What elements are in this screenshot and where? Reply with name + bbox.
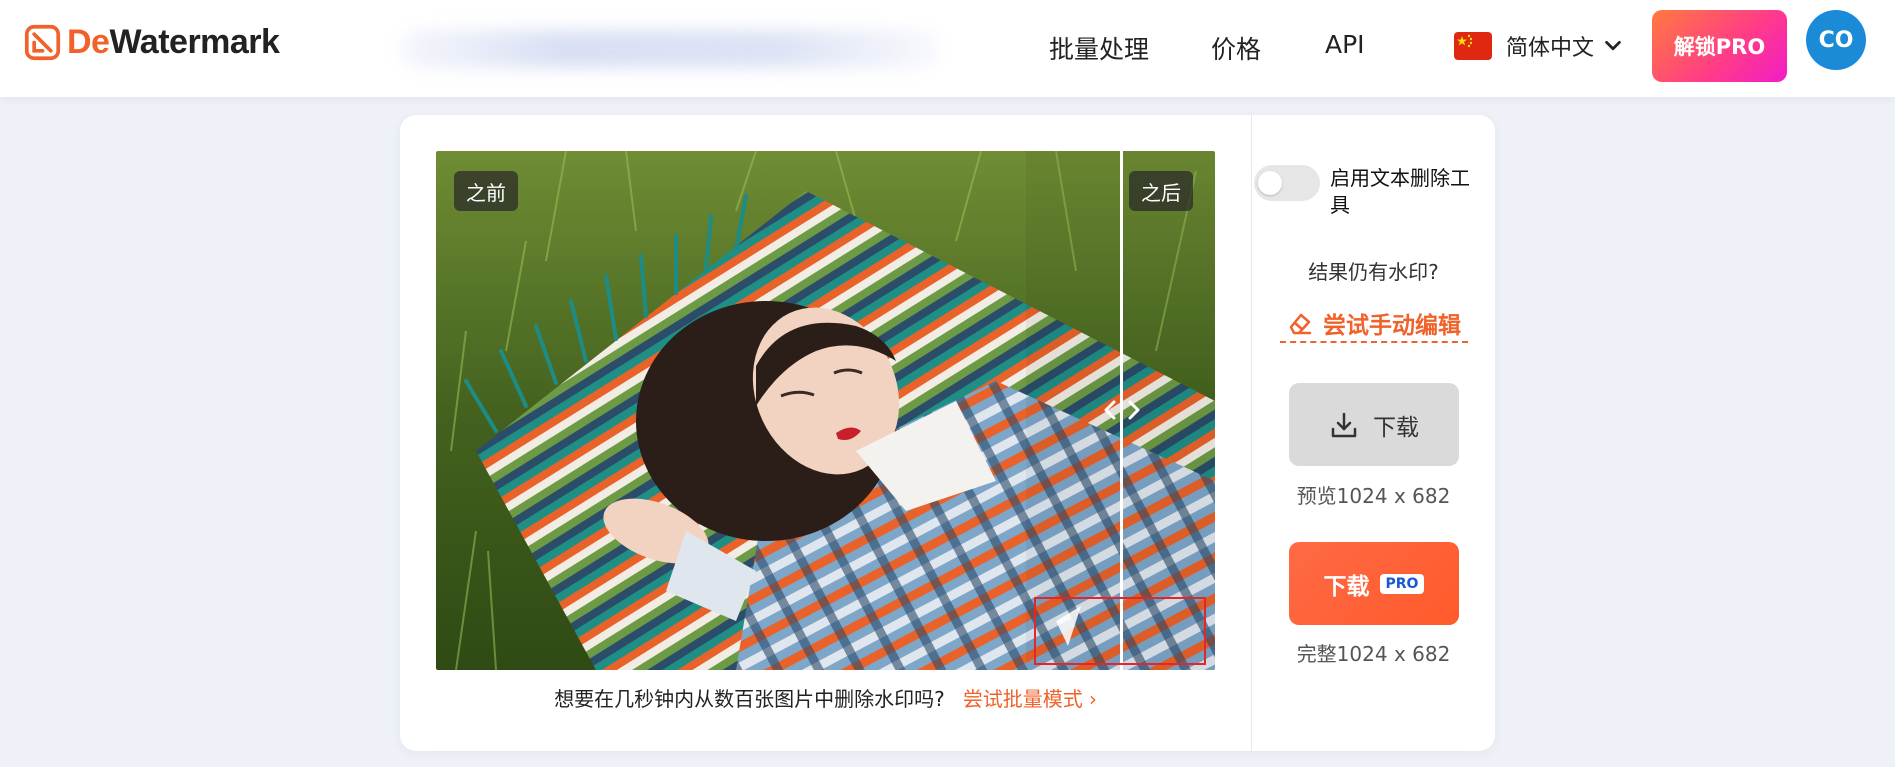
watermark-detection-box [1034,597,1206,665]
nav-api[interactable]: API [1325,30,1365,59]
nav-batch[interactable]: 批量处理 [1049,30,1149,66]
logo[interactable]: DeWatermark [24,22,280,62]
before-label: 之前 [454,171,518,211]
china-flag-icon [1454,32,1492,60]
logo-text: DeWatermark [67,22,280,62]
text-tool-toggle-row: 启用文本删除工具 [1252,165,1488,219]
avatar[interactable]: CO [1806,10,1866,70]
chevron-right-icon[interactable]: › [1089,687,1097,711]
after-label: 之后 [1129,171,1193,211]
unlock-pro-button[interactable]: 解锁PRO [1652,10,1787,82]
language-label: 简体中文 [1506,36,1595,61]
download-pro-label: 下载 [1323,573,1370,600]
preview-size-text: 预览1024 x 682 [1296,484,1451,508]
eraser-icon [1289,313,1312,335]
download-label: 下载 [1373,414,1419,441]
full-size-text: 完整1024 x 682 [1296,642,1451,666]
text-tool-toggle[interactable] [1254,165,1320,201]
download-icon [1331,412,1357,437]
download-preview-button[interactable]: 下载 [1289,383,1459,466]
chevron-down-icon [1605,40,1621,51]
pro-badge: PRO [1379,573,1425,594]
manual-edit-link[interactable]: 尝试手动编辑 [1280,305,1468,343]
batch-mode-link[interactable]: 尝试批量模式 [963,687,1083,711]
editor-card: 之前 之后 想要在几秒钟内从数百张图片中删除水印吗? 尝试批量模式 › 启用文本删除… [400,115,1495,751]
batch-promo: 想要在几秒钟内从数百张图片中删除水印吗? 尝试批量模式 › [436,683,1215,712]
manual-edit-label: 尝试手动编辑 [1323,313,1461,339]
logo-text-prefix: De [67,22,110,61]
logo-text-suffix: Watermark [109,22,280,61]
compare-slider-handle-icon[interactable] [1094,386,1150,434]
blurred-search-area [400,30,940,68]
still-watermark-text: 结果仍有水印? [1308,260,1439,284]
logo-icon [24,24,61,60]
top-header: DeWatermark 批量处理 价格 API 简体中文 解锁PRO CO [0,0,1895,97]
batch-prompt: 想要在几秒钟内从数百张图片中删除水印吗? [554,687,945,711]
compare-image[interactable]: 之前 之后 [436,151,1215,670]
toggle-knob [1258,171,1282,195]
download-pro-button[interactable]: 下载 PRO [1289,542,1459,625]
text-tool-label: 启用文本删除工具 [1330,166,1470,217]
nav-pricing[interactable]: 价格 [1211,30,1261,66]
language-selector[interactable]: 简体中文 [1454,28,1624,64]
